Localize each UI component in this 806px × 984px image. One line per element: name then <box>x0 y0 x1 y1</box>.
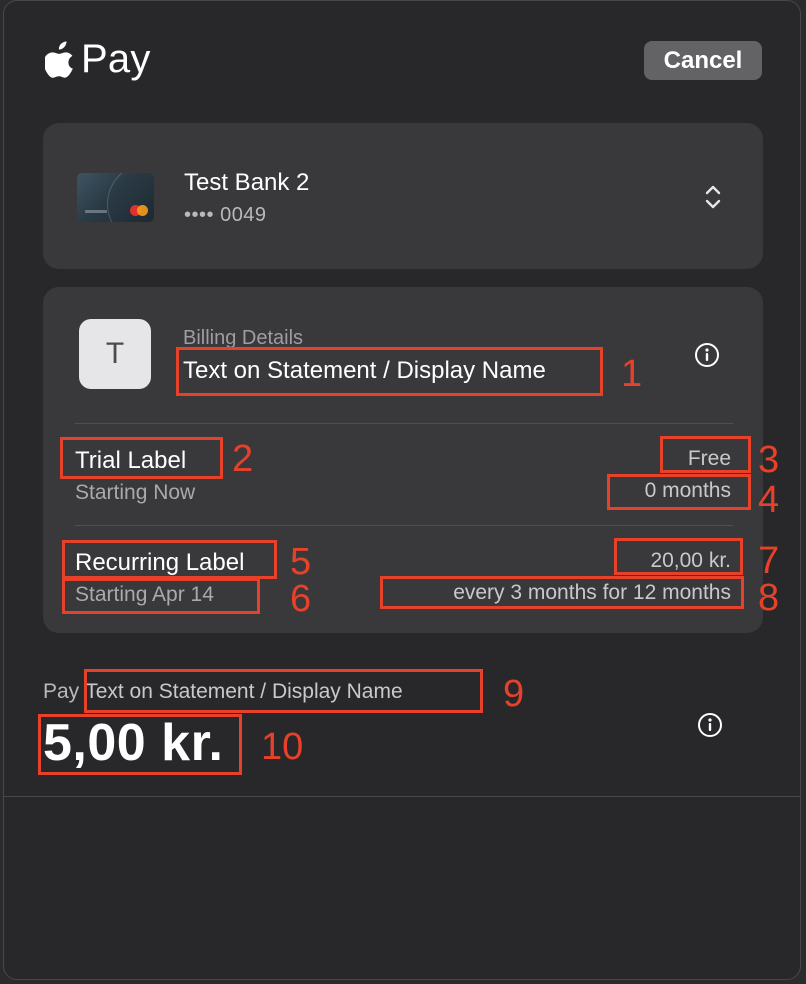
card-image <box>77 173 154 222</box>
apple-pay-logo: Pay <box>45 37 151 81</box>
bottom-divider <box>4 796 800 797</box>
pay-prefix: Pay <box>43 680 80 703</box>
annotation-box <box>60 437 223 479</box>
pay-wordmark: Pay <box>81 37 151 81</box>
annotation-box <box>660 436 751 473</box>
cancel-button[interactable]: Cancel <box>644 41 762 80</box>
total-info-icon[interactable] <box>697 712 723 738</box>
trial-start: Starting Now <box>75 481 196 504</box>
divider <box>75 423 733 424</box>
annotation-box <box>176 347 603 396</box>
annotation-number: 5 <box>290 541 312 583</box>
annotation-number: 6 <box>290 578 312 620</box>
card-number: •••• 0049 <box>184 204 267 226</box>
annotation-number: 10 <box>261 726 304 768</box>
apple-logo-icon <box>45 41 73 78</box>
annotation-number: 2 <box>232 438 254 480</box>
annotation-box <box>614 538 743 575</box>
annotation-number: 1 <box>621 353 643 395</box>
annotation-number: 8 <box>758 577 780 619</box>
payment-card-selector[interactable]: Test Bank 2 •••• 0049 <box>43 123 763 269</box>
annotation-number: 3 <box>758 439 780 481</box>
annotation-box <box>380 576 744 609</box>
chevron-up-down-icon[interactable] <box>704 184 722 210</box>
annotation-box <box>607 474 751 510</box>
annotation-number: 4 <box>758 479 780 521</box>
card-name: Test Bank 2 <box>184 169 310 196</box>
divider <box>75 525 733 526</box>
billing-info-icon[interactable] <box>694 342 720 368</box>
annotation-box <box>62 540 277 579</box>
annotation-number: 7 <box>758 540 780 582</box>
annotation-number: 9 <box>503 673 525 715</box>
annotation-box <box>84 669 483 713</box>
annotation-box <box>62 578 260 614</box>
mastercard-icon <box>130 205 148 216</box>
annotation-box <box>38 714 242 775</box>
merchant-avatar: T <box>79 319 151 389</box>
